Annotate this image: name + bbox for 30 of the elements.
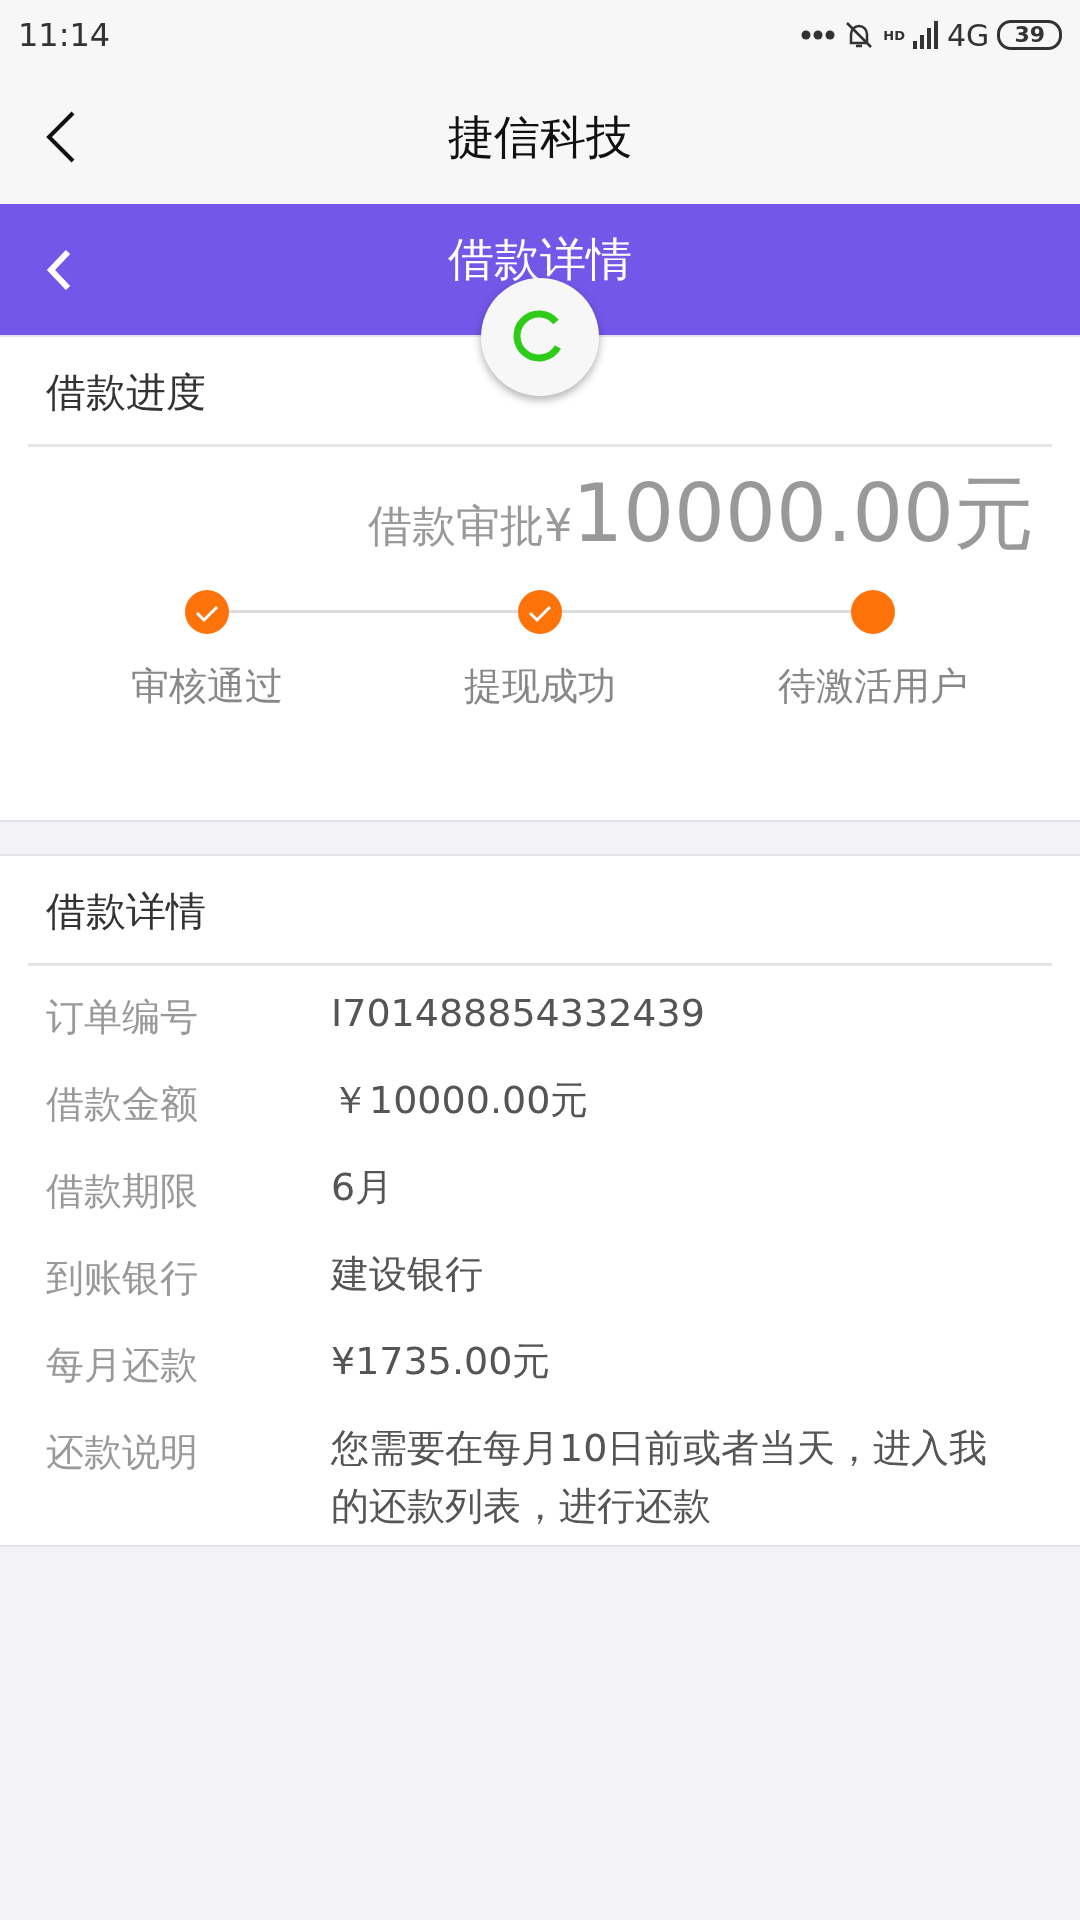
page-title: 借款详情 <box>448 232 632 285</box>
detail-label: 还款说明 <box>46 1429 199 1476</box>
back-icon <box>46 248 72 291</box>
detail-value: 您需要在每月10日前或者当天，进入我的还款列表，进行还款 <box>331 1425 989 1530</box>
step-label: 审核通过 <box>130 663 283 710</box>
detail-label: 订单编号 <box>46 994 199 1041</box>
back-icon <box>46 111 76 163</box>
app-title: 捷信科技 <box>448 111 632 163</box>
detail-label: 借款金额 <box>46 1081 199 1128</box>
step-label: 待激活用户 <box>778 663 969 710</box>
signal-icon <box>913 21 940 49</box>
detail-value: ¥1735.00元 <box>331 1338 552 1385</box>
more-dots-icon <box>801 30 836 40</box>
detail-value: ￥10000.00元 <box>331 1077 590 1124</box>
detail-value: I701488854332439 <box>331 990 706 1037</box>
detail-label: 到账银行 <box>46 1255 199 1302</box>
detail-label: 每月还款 <box>46 1342 199 1389</box>
network-label: 4G <box>947 17 990 53</box>
battery-level: 39 <box>997 20 1062 50</box>
detail-value: 6月 <box>331 1164 395 1211</box>
amount-unit: 元 <box>954 466 1034 562</box>
amount-value: 10000.00 <box>572 467 954 560</box>
hd-label: HD <box>883 27 906 43</box>
amount-label: 借款审批¥ <box>368 499 573 553</box>
detail-label: 借款期限 <box>46 1168 199 1215</box>
status-time: 11:14 <box>18 16 111 54</box>
section-title: 借款进度 <box>46 369 206 415</box>
detail-value: 建设银行 <box>331 1251 484 1298</box>
section-title: 借款详情 <box>46 888 206 934</box>
step-label: 提现成功 <box>464 663 616 710</box>
